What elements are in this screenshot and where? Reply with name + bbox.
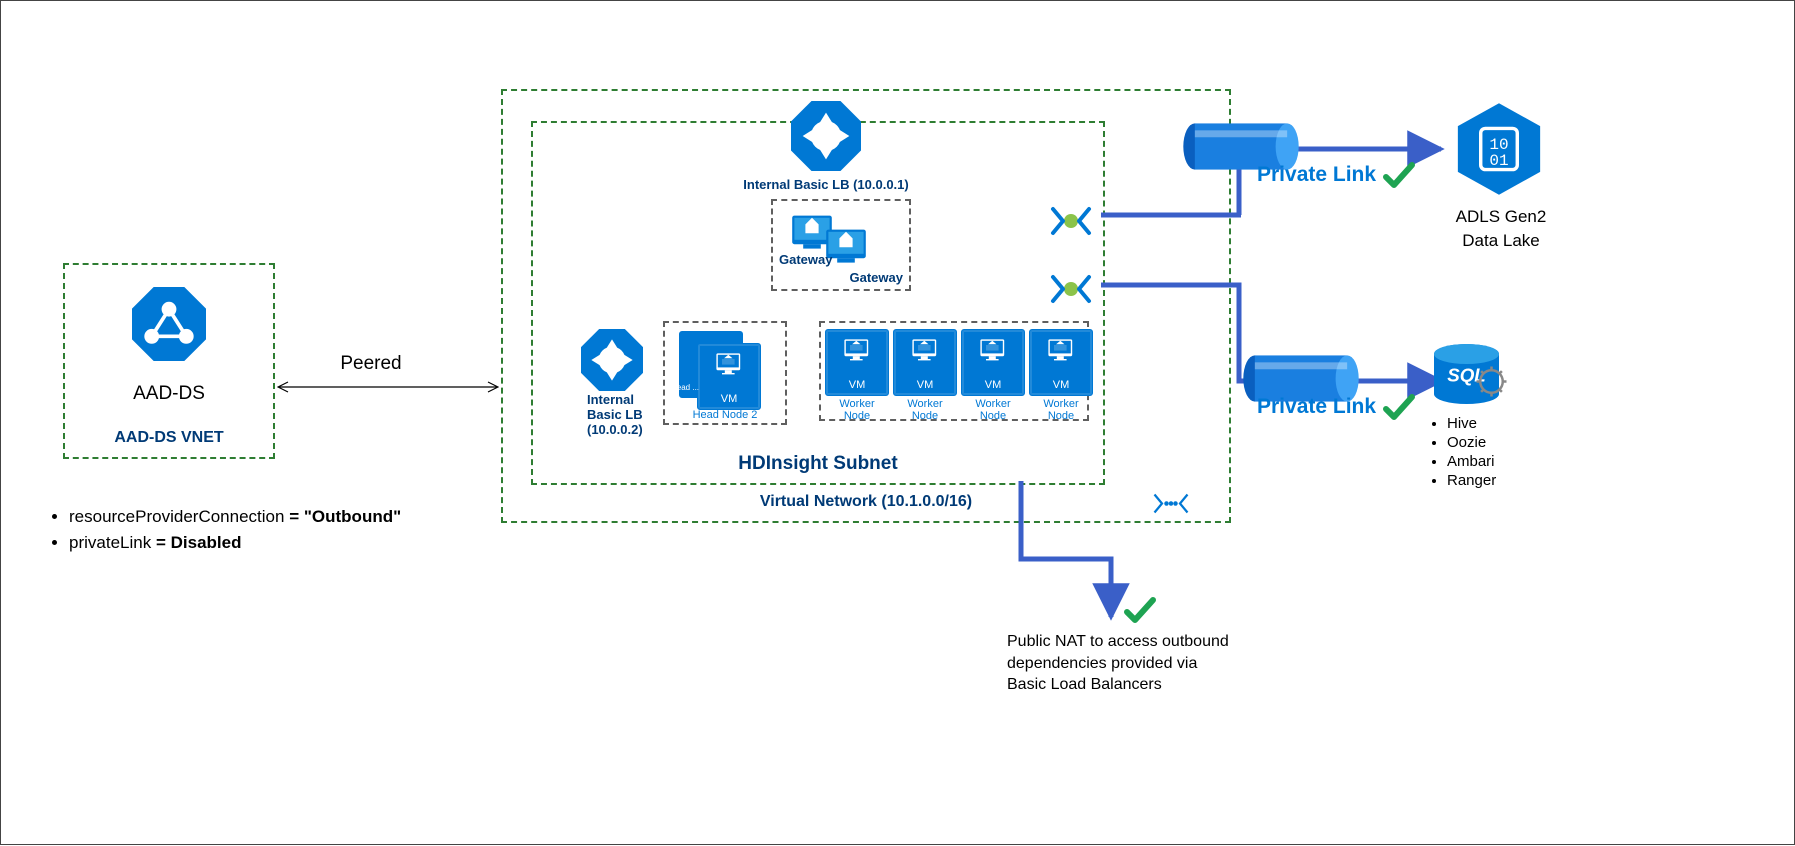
head-node-2 bbox=[697, 343, 761, 410]
lb1-label: Internal Basic LB (10.0.0.1) bbox=[721, 176, 931, 192]
lb2-label: Internal Basic LB (10.0.0.2) bbox=[587, 393, 643, 438]
worker-node-2: Worker Node bbox=[893, 329, 957, 422]
aad-ds-vnet-box: AAD-DS AAD-DS VNET bbox=[63, 263, 275, 459]
lb1-icon bbox=[791, 101, 861, 174]
worker-node-3: Worker Node bbox=[961, 329, 1025, 422]
nat-caption: Public NAT to access outbound dependenci… bbox=[1007, 631, 1237, 696]
gw-label-a: Gateway bbox=[779, 252, 832, 267]
sql-service-ambari: Ambari bbox=[1447, 453, 1496, 470]
aad-ds-icon bbox=[132, 287, 206, 361]
sql-services-list: Hive Oozie Ambari Ranger bbox=[1429, 413, 1496, 491]
gw-label-b: Gateway bbox=[850, 270, 903, 285]
sql-service-ranger: Ranger bbox=[1447, 472, 1496, 489]
config-pl: privateLink = Disabled bbox=[69, 533, 489, 553]
subnet-title: HDInsight Subnet bbox=[533, 453, 1103, 475]
worker-node-1: Worker Node bbox=[825, 329, 889, 422]
sql-service-oozie: Oozie bbox=[1447, 434, 1496, 451]
gateway-group: Gateway Gateway bbox=[771, 199, 911, 291]
peered-arrow bbox=[273, 377, 503, 397]
config-rpc: resourceProviderConnection = "Outbound" bbox=[69, 507, 489, 527]
aad-ds-vnet-label: AAD-DS VNET bbox=[65, 429, 273, 447]
head-node-1-label: Head ... bbox=[671, 383, 699, 392]
worker-node-4: Worker Node bbox=[1029, 329, 1093, 422]
config-list: resourceProviderConnection = "Outbound" … bbox=[41, 501, 489, 559]
worker-node-group: Worker Node Worker Node Worker Node Work… bbox=[819, 321, 1089, 421]
nat-check-icon bbox=[1123, 596, 1157, 627]
adls-label: ADLS Gen2 Data Lake bbox=[1431, 205, 1571, 253]
private-endpoint-icon-2 bbox=[1041, 259, 1101, 322]
vnet-title: Virtual Network (10.1.0.0/16) bbox=[503, 493, 1229, 511]
peered-label: Peered bbox=[311, 353, 431, 375]
private-link-label-1: Private Link bbox=[1257, 161, 1416, 189]
vnet-icon bbox=[1141, 481, 1201, 529]
private-endpoint-icon-1 bbox=[1041, 191, 1101, 254]
lb2-icon bbox=[581, 329, 643, 394]
check-icon bbox=[1382, 393, 1416, 421]
adls-icon bbox=[1453, 101, 1545, 197]
aad-ds-title: AAD-DS bbox=[65, 383, 273, 405]
head-node-group: Head ... Head Node 2 bbox=[663, 321, 787, 425]
sql-service-hive: Hive bbox=[1447, 415, 1496, 432]
private-link-label-2: Private Link bbox=[1257, 393, 1416, 421]
head-node-2-label: Head Node 2 bbox=[665, 409, 785, 421]
check-icon bbox=[1382, 161, 1416, 189]
sql-icon bbox=[1429, 341, 1509, 410]
